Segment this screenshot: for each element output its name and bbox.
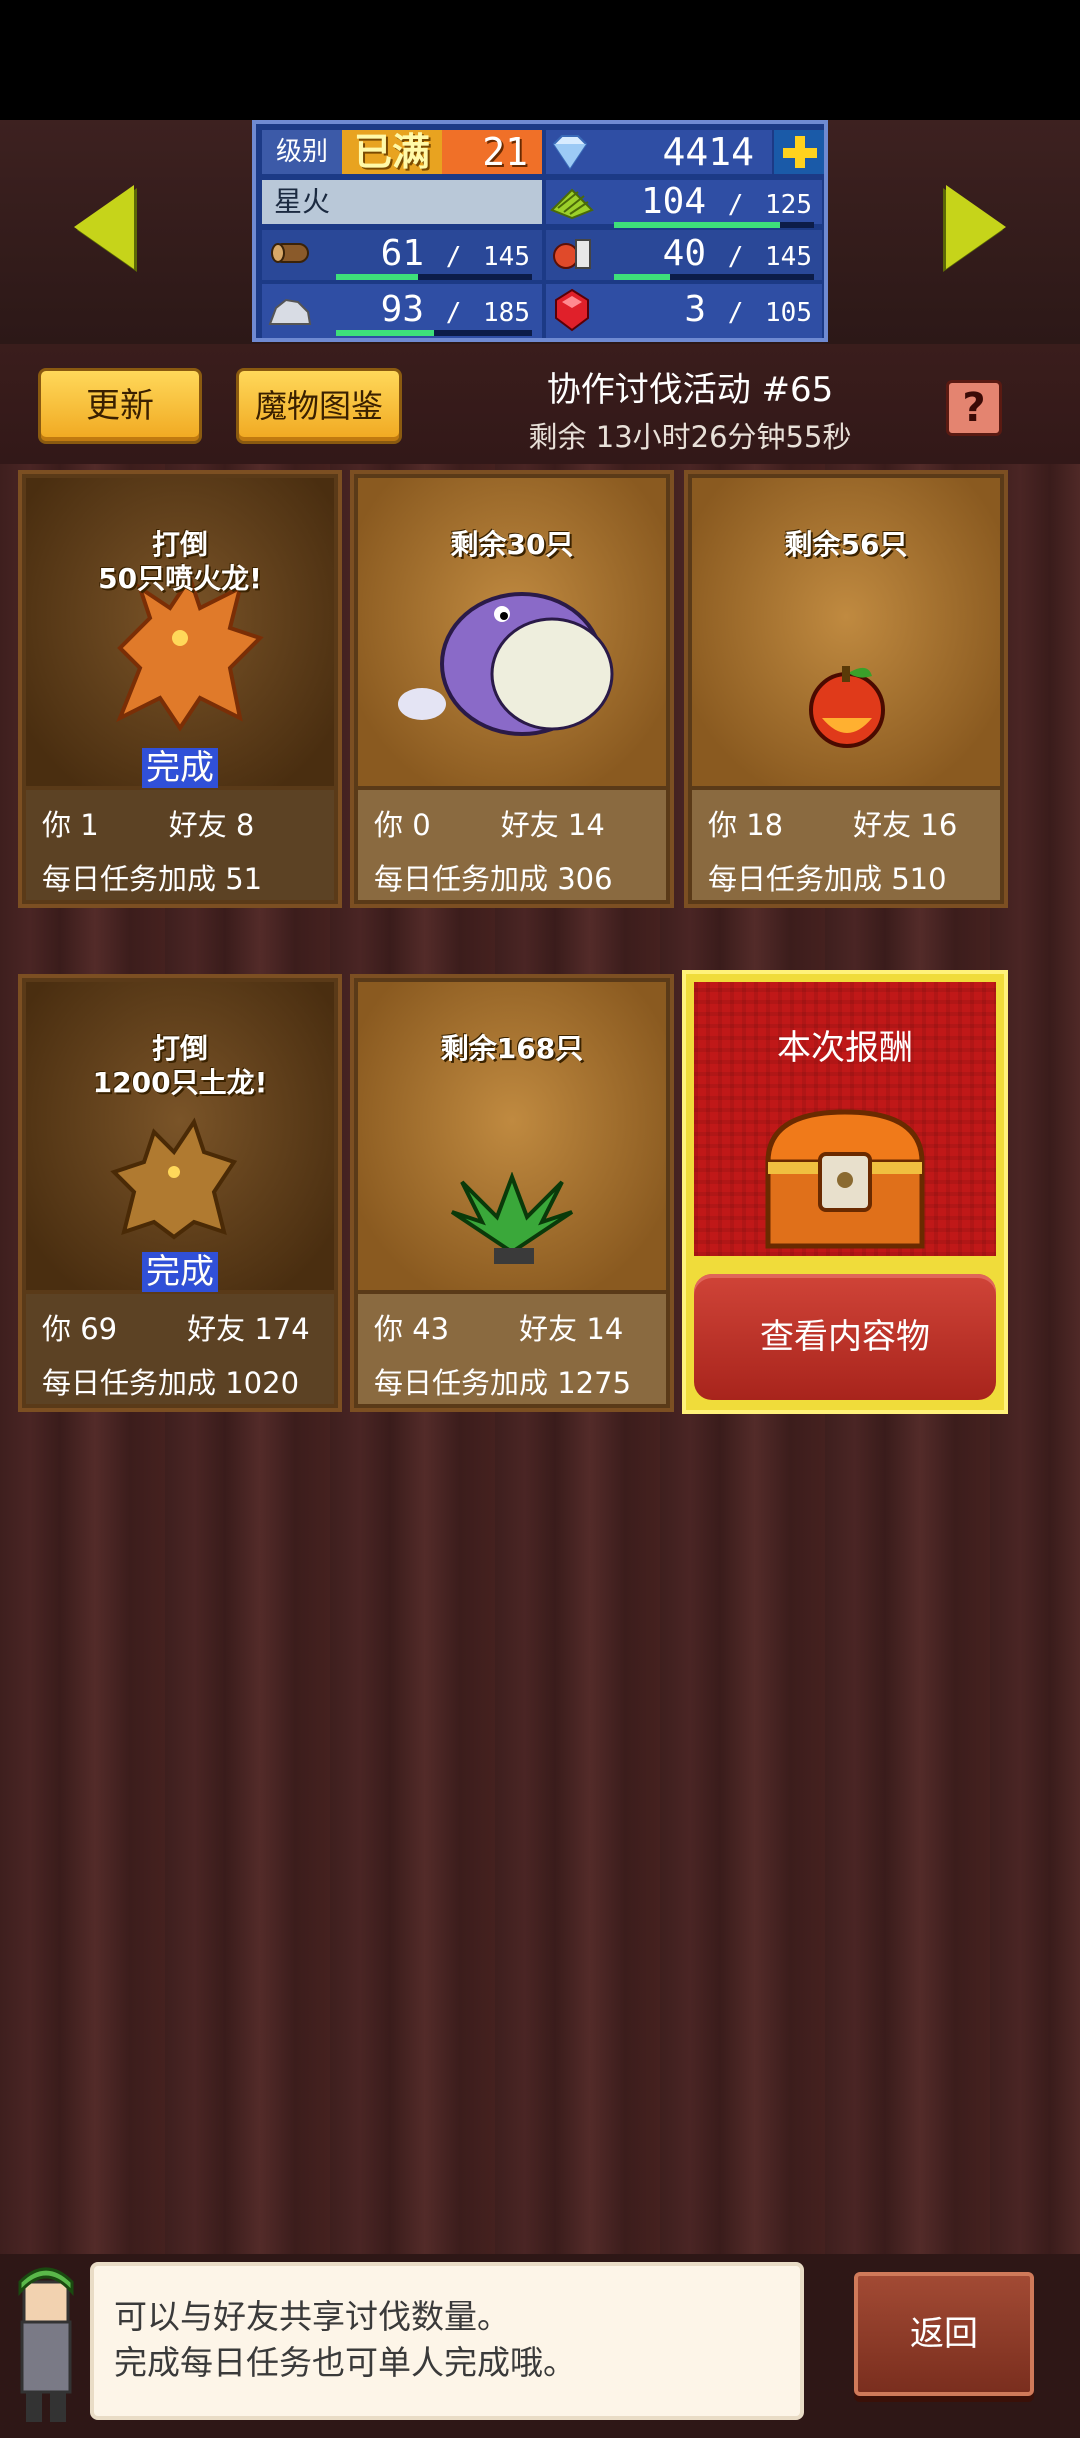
grass-icon bbox=[548, 180, 596, 224]
card-bonus: 每日任务加成 1020 bbox=[42, 1366, 300, 1400]
food-value: 40 / 145 bbox=[662, 233, 812, 274]
advisor-avatar bbox=[4, 2262, 88, 2432]
bonus-value: 306 bbox=[557, 862, 613, 896]
card-bonus: 每日任务加成 306 bbox=[374, 862, 613, 896]
gem-count: 4414 bbox=[662, 130, 754, 174]
view-contents-button[interactable]: 查看内容物 bbox=[694, 1274, 996, 1400]
back-button[interactable]: 返回 bbox=[854, 2272, 1034, 2396]
town-name: 星火 bbox=[262, 180, 542, 224]
prev-arrow-button[interactable] bbox=[74, 185, 134, 269]
friend-count: 14 bbox=[567, 808, 605, 842]
wood-value: 61 / 145 bbox=[380, 233, 530, 274]
event-time-left: 剩余 13小时26分钟55秒 bbox=[528, 420, 852, 454]
card-counts: 你 0 好友 14 bbox=[374, 808, 605, 842]
monster-book-button[interactable]: 魔物图鉴 bbox=[236, 368, 402, 444]
tip-dialog: 可以与好友共享讨伐数量。 完成每日任务也可单人完成哦。 bbox=[90, 2262, 804, 2420]
tip-line-1: 可以与好友共享讨伐数量。 bbox=[114, 2297, 510, 2336]
reward-card: 本次报酬 查看内容物 bbox=[682, 970, 1008, 1414]
refresh-button[interactable]: 更新 bbox=[38, 368, 202, 444]
bonus-value: 510 bbox=[891, 862, 947, 896]
event-title: 协作讨伐活动 #65 bbox=[546, 370, 834, 410]
wood-bar bbox=[336, 274, 532, 280]
help-button[interactable]: ? bbox=[946, 380, 1002, 436]
friend-count: 16 bbox=[920, 808, 958, 842]
ore-value: 93 / 185 bbox=[380, 289, 530, 330]
bonus-value: 1275 bbox=[557, 1366, 632, 1400]
food-icon bbox=[548, 232, 596, 276]
friend-count: 8 bbox=[235, 808, 255, 842]
tip-line-2: 完成每日任务也可单人完成哦。 bbox=[114, 2343, 576, 2382]
status-bar bbox=[0, 0, 1080, 120]
stats-panel: 级别 已满 21 4414 星火 104 / 125 61 / 145 40 /… bbox=[252, 120, 828, 342]
card-counts: 你 43 好友 14 bbox=[374, 1312, 624, 1346]
card-title-line1: 剩余56只 bbox=[784, 528, 908, 561]
plant-monster-icon bbox=[450, 1172, 574, 1264]
you-count: 69 bbox=[80, 1312, 118, 1346]
monster-card-plant[interactable]: 剩余168只 你 43 好友 14 每日任务加成 1275 bbox=[350, 974, 674, 1412]
done-badge: 完成 bbox=[26, 740, 334, 789]
you-count: 18 bbox=[746, 808, 784, 842]
level-max-badge: 已满 bbox=[342, 130, 442, 174]
you-count: 1 bbox=[80, 808, 99, 842]
ruby-icon bbox=[548, 288, 596, 332]
monster-card-fire-dragon[interactable]: 打倒 50只喷火龙! 完成 你 1 好友 8 每日任务加成 51 bbox=[18, 470, 342, 908]
bonus-value: 1020 bbox=[225, 1366, 300, 1400]
reward-title: 本次报酬 bbox=[777, 1028, 913, 1068]
next-arrow-button[interactable] bbox=[946, 185, 1006, 269]
card-title-line1: 剩余30只 bbox=[450, 528, 574, 561]
you-count: 43 bbox=[412, 1312, 450, 1346]
ore-icon bbox=[266, 288, 314, 332]
level-label: 级别 bbox=[262, 130, 342, 174]
card-bonus: 每日任务加成 51 bbox=[42, 862, 263, 896]
friend-count: 14 bbox=[586, 1312, 624, 1346]
fire-apple-monster-icon bbox=[809, 666, 885, 748]
diamond-icon bbox=[548, 132, 592, 172]
friend-count: 174 bbox=[254, 1312, 310, 1346]
card-title-line1: 打倒 bbox=[151, 528, 208, 561]
bonus-value: 51 bbox=[225, 862, 263, 896]
monster-card-hippo[interactable]: 剩余30只 你 0 好友 14 每日任务加成 306 bbox=[350, 470, 674, 908]
card-bonus: 每日任务加成 1275 bbox=[374, 1366, 632, 1400]
card-counts: 你 18 好友 16 bbox=[708, 808, 958, 842]
monster-card-earth-dragon[interactable]: 打倒 1200只土龙! 完成 你 69 好友 174 每日任务加成 1020 bbox=[18, 974, 342, 1412]
grass-bar bbox=[614, 222, 814, 228]
monster-card-apple[interactable]: 剩余56只 你 18 好友 16 每日任务加成 510 bbox=[684, 470, 1008, 908]
wood-icon bbox=[266, 232, 314, 276]
card-title-line2: 50只喷火龙! bbox=[98, 562, 262, 595]
hippo-monster-icon bbox=[398, 592, 614, 736]
grass-value: 104 / 125 bbox=[640, 181, 812, 222]
add-gems-button[interactable] bbox=[774, 130, 824, 174]
food-bar bbox=[614, 274, 814, 280]
card-counts: 你 69 好友 174 bbox=[42, 1312, 310, 1346]
ore-bar bbox=[336, 330, 532, 336]
card-title-line1: 打倒 bbox=[151, 1032, 208, 1065]
earth-dragon-icon bbox=[110, 1117, 238, 1240]
card-title-line1: 剩余168只 bbox=[440, 1032, 584, 1065]
card-counts: 你 1 好友 8 bbox=[42, 808, 255, 842]
card-bonus: 每日任务加成 510 bbox=[708, 862, 947, 896]
done-badge: 完成 bbox=[26, 1244, 334, 1293]
treasure-chest-icon bbox=[765, 1109, 925, 1249]
you-count: 0 bbox=[412, 808, 431, 842]
ruby-value: 3 / 105 bbox=[684, 289, 812, 330]
card-title-line2: 1200只土龙! bbox=[92, 1066, 268, 1099]
level-value: 21 bbox=[442, 130, 542, 174]
